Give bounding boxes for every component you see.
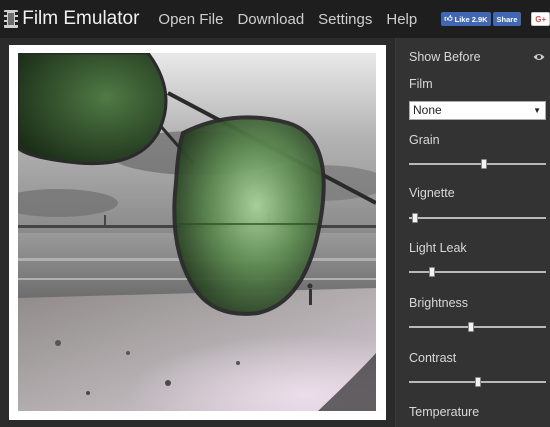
brightness-slider[interactable]	[409, 322, 546, 332]
film-select-value: None	[413, 103, 442, 117]
photo-image	[18, 53, 376, 411]
facebook-like-label: Like 2.9K	[454, 14, 488, 24]
film-label: Film	[409, 77, 433, 91]
nav-settings[interactable]: Settings	[318, 11, 372, 28]
light-leak-label: Light Leak	[409, 241, 467, 255]
show-before-label: Show Before	[409, 50, 481, 64]
slider-track	[409, 163, 546, 165]
app-title: Film Emulator	[22, 8, 140, 29]
dropdown-caret-icon: ▼	[533, 106, 541, 115]
slider-track	[409, 217, 546, 219]
facebook-like-button[interactable]: 👍︎ Like 2.9K	[441, 12, 491, 26]
slider-track	[409, 326, 546, 328]
vignette-slider[interactable]	[409, 213, 546, 223]
film-strip-logo-icon	[4, 10, 18, 28]
contrast-label: Contrast	[409, 351, 457, 365]
top-bar: Film Emulator Open File Download Setting…	[0, 0, 550, 38]
photo-frame	[9, 45, 386, 420]
light-leak-slider[interactable]	[409, 267, 546, 277]
nav-download[interactable]: Download	[237, 11, 304, 28]
vignette-label: Vignette	[409, 186, 455, 200]
grain-label: Grain	[409, 133, 440, 147]
nav-open-file[interactable]: Open File	[158, 11, 223, 28]
grain-slider[interactable]	[409, 159, 546, 169]
film-select[interactable]: None ▼	[409, 101, 546, 120]
slider-thumb[interactable]	[481, 159, 488, 169]
nav-help[interactable]: Help	[386, 11, 417, 28]
brightness-label: Brightness	[409, 296, 469, 310]
eye-icon[interactable]	[533, 53, 545, 61]
slider-thumb[interactable]	[474, 377, 481, 387]
temperature-label: Temperature	[409, 405, 480, 419]
contrast-slider[interactable]	[409, 377, 546, 387]
slider-thumb[interactable]	[467, 322, 474, 332]
settings-panel: Show Before Film None ▼ Grain Vignette L…	[396, 38, 550, 427]
photo-preview[interactable]	[18, 53, 376, 411]
slider-thumb[interactable]	[411, 213, 418, 223]
google-plus-button[interactable]: G+	[531, 12, 550, 26]
thumbs-up-icon: 👍︎	[444, 14, 453, 23]
facebook-share-button[interactable]: Share	[492, 12, 522, 26]
slider-thumb[interactable]	[428, 267, 435, 277]
